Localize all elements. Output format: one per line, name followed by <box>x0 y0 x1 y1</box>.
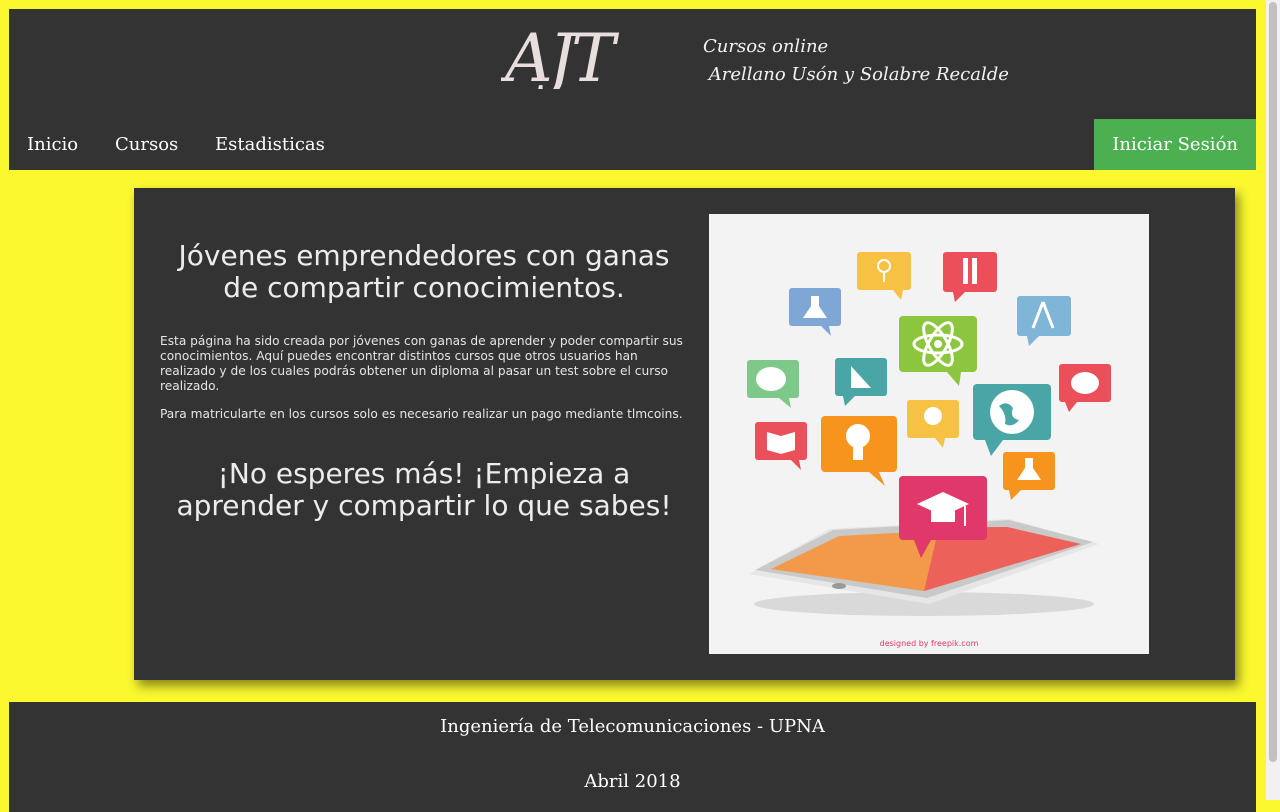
lightbulb-icon <box>821 416 897 486</box>
tablet-apps-illustration: designed by freepik.com <box>747 252 1111 648</box>
education-illustration: designed by freepik.com <box>709 214 1149 654</box>
page-scrollbar[interactable] <box>1266 0 1280 800</box>
svg-text:AJT: AJT <box>501 21 620 89</box>
login-button[interactable]: Iniciar Sesión <box>1094 119 1256 170</box>
compass-icon <box>1017 296 1071 346</box>
book-icon <box>755 422 807 470</box>
payment-paragraph: Para matricularte en los cursos solo es … <box>160 407 683 421</box>
tagline-line-2: Arellano Usón y Solabre Recalde <box>703 64 1009 85</box>
small-flask-icon <box>1003 452 1055 500</box>
site-header: AJT Cursos online Arellano Usón y Solabr… <box>9 9 1256 170</box>
tagline-line-1: Cursos online <box>703 36 829 57</box>
intro-paragraph: Esta página ha sido creada por jóvenes c… <box>160 334 683 393</box>
flask-icon <box>789 288 841 336</box>
pencils-icon <box>943 252 997 302</box>
illustration-credit: designed by freepik.com <box>880 639 979 648</box>
nav-item-inicio[interactable]: Inicio <box>9 119 96 170</box>
ruler-icon <box>835 358 887 406</box>
palette-right-icon <box>1059 364 1111 412</box>
atom-icon <box>899 316 977 386</box>
small-globe-icon <box>907 400 959 448</box>
palette-icon <box>747 360 799 408</box>
cta-headline: ¡No esperes más! ¡Empieza a aprender y c… <box>176 457 672 522</box>
nav-item-estadisticas[interactable]: Estadisticas <box>197 119 343 170</box>
nav-item-cursos[interactable]: Cursos <box>97 119 196 170</box>
scrollbar-thumb[interactable] <box>1269 2 1277 762</box>
site-tagline: Cursos online Arellano Usón y Solabre Re… <box>703 33 1009 89</box>
hero-panel: Jóvenes emprendedores con ganas de compa… <box>134 188 1235 680</box>
hero-headline: Jóvenes emprendedores con ganas de compa… <box>178 239 670 304</box>
magnifier-icon <box>857 252 911 300</box>
site-logo[interactable]: AJT <box>501 21 641 89</box>
site-footer: Ingeniería de Telecomunicaciones - UPNA … <box>9 702 1256 812</box>
globe-icon <box>973 384 1051 456</box>
main-nav: Inicio Cursos Estadisticas Iniciar Sesió… <box>9 119 1256 170</box>
hero-text: Jóvenes emprendedores con ganas de compa… <box>160 240 688 522</box>
footer-institution: Ingeniería de Telecomunicaciones - UPNA <box>440 716 825 737</box>
footer-date: Abril 2018 <box>584 771 681 792</box>
